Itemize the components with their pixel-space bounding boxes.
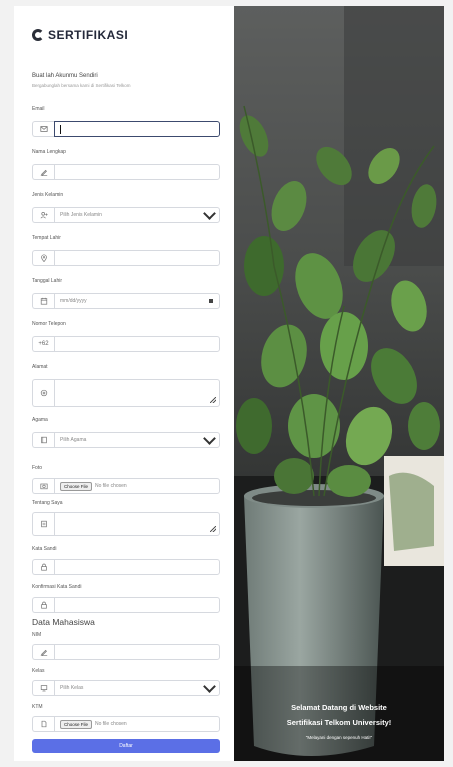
daftar-button[interactable]: Daftar	[32, 739, 220, 753]
calendar-icon	[32, 293, 54, 309]
gender-label: Jenis Kelamin	[32, 192, 64, 198]
kelas-selected-text: Pilih Kelas	[60, 685, 84, 691]
nama-input[interactable]	[54, 164, 220, 180]
phone-prefix: +62	[32, 336, 54, 352]
pencil-icon	[32, 164, 54, 180]
gender-select-value[interactable]: Pilih Jenis Kelamin	[54, 207, 220, 223]
ktm-file-input[interactable]: Choose File No file chosen	[54, 716, 220, 732]
tentang-textarea[interactable]	[54, 512, 220, 536]
resize-handle-icon[interactable]	[210, 397, 216, 403]
agama-select[interactable]: Pilih Agama	[32, 432, 220, 448]
alamat-field[interactable]	[32, 379, 220, 407]
welcome-tagline: "Melayani dengan sepenuh Hati!"	[305, 735, 373, 740]
lock-icon	[32, 559, 54, 575]
ktm-choose-file-button[interactable]: Choose File	[60, 719, 93, 729]
nim-label: NIM	[32, 632, 42, 638]
ktm-field[interactable]: Choose File No file chosen	[32, 716, 220, 732]
agama-select-value[interactable]: Pilih Agama	[54, 432, 220, 448]
brand-name: SERTIFIKASI	[48, 28, 129, 42]
date-placeholder: mm/dd/yyyy	[60, 298, 87, 304]
kelas-label: Kelas	[32, 668, 45, 674]
gender-selected-text: Pilih Jenis Kelamin	[60, 212, 102, 218]
monitor-icon	[32, 680, 54, 696]
form-subheading: Bergabunglah bersama kami di Sertifikasi…	[32, 83, 131, 88]
sandi-input[interactable]	[54, 559, 220, 575]
ktm-label: KTM	[32, 704, 43, 710]
brand-logo: SERTIFIKASI	[32, 28, 128, 42]
sandi-label: Kata Sandi	[32, 546, 57, 552]
form-heading: Buat lah Akunmu Sendiri	[32, 73, 98, 79]
telepon-field[interactable]: +62	[32, 336, 220, 352]
home-icon	[32, 379, 54, 407]
chevron-down-icon	[203, 432, 216, 445]
tentang-field[interactable]	[32, 512, 220, 536]
kelas-select-value[interactable]: Pilih Kelas	[54, 680, 220, 696]
camera-icon	[32, 478, 54, 494]
book-icon	[32, 432, 54, 448]
tempat-label: Tempat Lahir	[32, 235, 61, 241]
user-plus-icon	[32, 207, 54, 223]
plant-photo	[234, 6, 444, 761]
email-input[interactable]	[54, 121, 220, 137]
telepon-input[interactable]	[54, 336, 220, 352]
welcome-line-2: Sertifikasi Telkom University!	[286, 718, 392, 727]
chevron-down-icon	[203, 207, 216, 220]
tempat-input[interactable]	[54, 250, 220, 266]
tanggal-input[interactable]: mm/dd/yyyy	[54, 293, 220, 309]
foto-label: Foto	[32, 465, 43, 471]
agama-label: Agama	[32, 417, 48, 423]
kelas-select[interactable]: Pilih Kelas	[32, 680, 220, 696]
resize-handle-icon[interactable]	[210, 526, 216, 532]
gender-select[interactable]: Pilih Jenis Kelamin	[32, 207, 220, 223]
sandi-field[interactable]	[32, 559, 220, 575]
lock-icon	[32, 597, 54, 613]
tempat-field[interactable]	[32, 250, 220, 266]
mahasiswa-section-title: Data Mahasiswa	[32, 617, 95, 627]
agama-selected-text: Pilih Agama	[60, 437, 87, 443]
email-label: Email	[32, 106, 45, 112]
nim-field[interactable]	[32, 644, 220, 660]
foto-field[interactable]: Choose File No file chosen	[32, 478, 220, 494]
nim-input[interactable]	[54, 644, 220, 660]
foto-choose-file-button[interactable]: Choose File	[60, 481, 93, 491]
brand-mark-icon	[32, 29, 44, 41]
nama-field[interactable]	[32, 164, 220, 180]
pencil-icon	[32, 644, 54, 660]
tanggal-field[interactable]: mm/dd/yyyy	[32, 293, 220, 309]
email-field[interactable]	[32, 121, 220, 137]
document-icon	[32, 512, 54, 536]
telepon-label: Nomor Telepon	[32, 321, 66, 327]
welcome-line-1: Selamat Datang di Website	[291, 703, 387, 712]
tanggal-label: Tanggal Lahir	[32, 278, 63, 284]
envelope-icon	[32, 121, 54, 137]
location-icon	[32, 250, 54, 266]
konfirmasi-input[interactable]	[54, 597, 220, 613]
konfirmasi-field[interactable]	[32, 597, 220, 613]
konfirmasi-label: Konfirmasi Kata Sandi	[32, 584, 82, 590]
nama-label: Nama Lengkap	[32, 149, 66, 155]
date-picker-icon[interactable]	[209, 299, 213, 303]
foto-file-status: No file chosen	[95, 483, 127, 489]
foto-file-input[interactable]: Choose File No file chosen	[54, 478, 220, 494]
page: SERTIFIKASI Buat lah Akunmu Sendiri Berg…	[0, 0, 453, 767]
alamat-textarea[interactable]	[54, 379, 220, 407]
tentang-label: Tentang Saya	[32, 500, 63, 506]
ktm-file-status: No file chosen	[95, 721, 127, 727]
chevron-down-icon	[203, 680, 216, 693]
registration-form-panel: SERTIFIKASI Buat lah Akunmu Sendiri Berg…	[14, 6, 234, 761]
alamat-label: Alamat	[32, 364, 48, 370]
file-icon	[32, 716, 54, 732]
hero-panel: Selamat Datang di Website Sertifikasi Te…	[234, 6, 444, 761]
